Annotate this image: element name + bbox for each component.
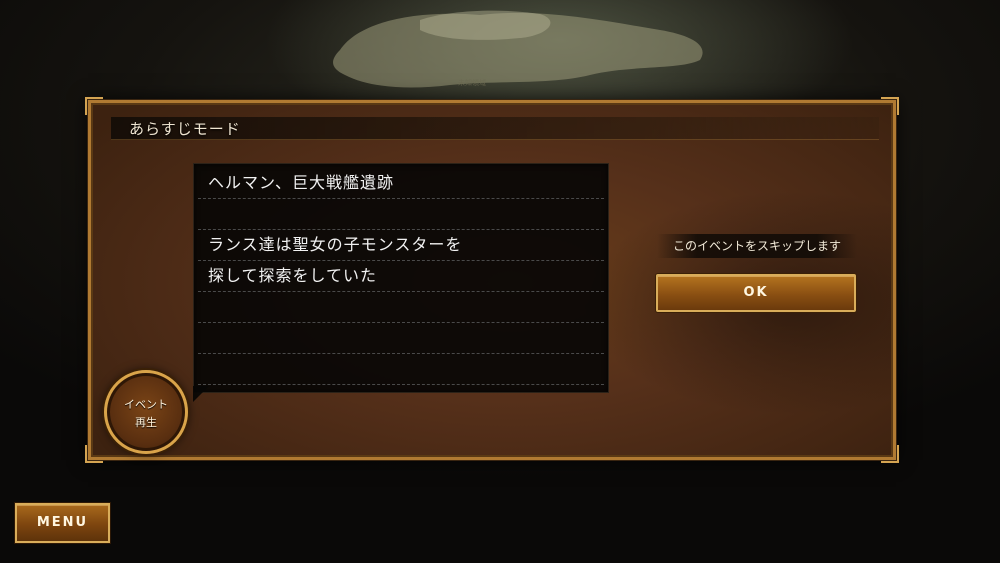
frame-corner-ornament bbox=[85, 97, 103, 115]
dialog-title-bar: あらすじモード bbox=[111, 117, 879, 140]
replay-label-line1: イベント bbox=[124, 398, 168, 411]
summary-dialog: あらすじモード ヘルマン、巨大戦艦遺跡 ランス達は聖女の子モンスターを 探して探… bbox=[85, 97, 899, 463]
background-map bbox=[333, 10, 703, 88]
skip-notice: このイベントをスキップします bbox=[657, 234, 857, 258]
story-line bbox=[198, 354, 604, 385]
dialog-title: あらすじモード bbox=[129, 120, 241, 138]
story-line: ランス達は聖女の子モンスターを bbox=[198, 230, 604, 261]
story-line: ヘルマン、巨大戦艦遺跡 bbox=[198, 168, 604, 199]
story-line bbox=[198, 292, 604, 323]
replay-label-line2: 再生 bbox=[135, 416, 157, 429]
game-screen: 未知領域 あらすじモード ヘルマン、巨大戦艦遺跡 ランス達は聖女の子モンスターを… bbox=[0, 0, 1000, 563]
event-replay-button[interactable]: イベント 再生 bbox=[104, 370, 188, 454]
story-line: 探して探索をしていた bbox=[198, 261, 604, 292]
story-text-box: ヘルマン、巨大戦艦遺跡 ランス達は聖女の子モンスターを 探して探索をしていた bbox=[193, 163, 609, 393]
story-line bbox=[198, 199, 604, 230]
menu-button[interactable]: MENU bbox=[15, 503, 110, 543]
speech-bubble-tail bbox=[193, 386, 209, 402]
frame-corner-ornament bbox=[881, 97, 899, 115]
frame-corner-ornament bbox=[85, 445, 103, 463]
map-caption: 未知領域 bbox=[458, 79, 486, 87]
frame-corner-ornament bbox=[881, 445, 899, 463]
ok-button[interactable]: OK bbox=[656, 274, 856, 312]
story-line bbox=[198, 323, 604, 354]
